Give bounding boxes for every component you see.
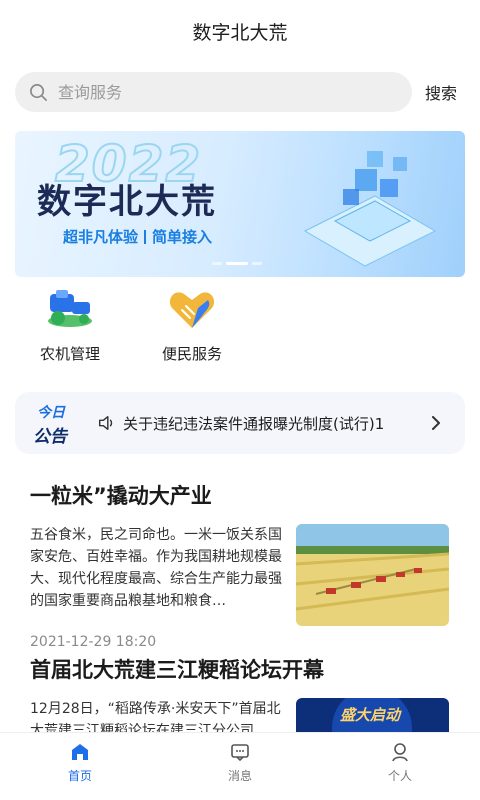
article-title[interactable]: 一粒米”撬动大产业 <box>30 480 450 510</box>
chevron-right-icon[interactable] <box>429 416 443 430</box>
article-card[interactable]: 一粒米”撬动大产业 五谷食米，民之司命也。一米一饭关系国家安危、百姓幸福。作为我… <box>30 480 450 650</box>
tab-label: 消息 <box>227 769 252 783</box>
tab-label: 个人 <box>387 769 412 783</box>
pager-dot-active <box>226 262 248 265</box>
handshake-heart-icon <box>164 285 220 333</box>
pager-dot <box>212 262 222 265</box>
search-icon <box>30 83 47 101</box>
promo-banner[interactable]: 2022 数字北大荒 超非凡体验 简单接入 <box>15 131 465 277</box>
tab-messages[interactable]: 消息 <box>160 733 320 800</box>
notice-badge-top: 今日 <box>37 405 65 421</box>
page-title: 数字北大荒 <box>192 21 288 44</box>
shortcut-label: 农机管理 <box>39 345 100 363</box>
article-date: 2021-12-29 18:20 <box>30 634 157 650</box>
article-title[interactable]: 首届北大荒建三江粳稻论坛开幕 <box>30 654 450 684</box>
banner-tagline: 超非凡体验 简单接入 <box>63 226 212 247</box>
notice-badge-bottom: 公告 <box>33 427 67 447</box>
home-icon <box>72 744 88 760</box>
banner-pager <box>212 262 262 265</box>
notice-text[interactable]: 关于违纪违法案件通报曝光制度(试行)1 <box>123 413 413 434</box>
banner-tagline-right: 简单接入 <box>152 228 213 246</box>
article-summary: 五谷食米，民之司命也。一米一饭关系国家安危、百姓幸福。作为我国耕地规模最大、现代… <box>30 527 282 609</box>
bottom-tab-bar: 首页 消息 个人 <box>0 732 480 800</box>
tractor-icon <box>42 285 98 333</box>
digital-cubes-illustration <box>303 151 437 267</box>
banner-tagline-left: 超非凡体验 <box>63 228 139 246</box>
daily-notice-bar[interactable]: 今日 公告 关于违纪违法案件通报曝光制度(试行)1 <box>15 392 465 454</box>
search-button[interactable]: 搜索 <box>425 80 457 104</box>
article-thumbnail-rice-harvest[interactable] <box>296 524 449 626</box>
speaker-icon <box>98 415 113 431</box>
search-input[interactable] <box>58 82 378 102</box>
search-box[interactable] <box>15 72 412 112</box>
notice-badge: 今日 公告 <box>15 392 87 454</box>
shortcut-label: 便民服务 <box>161 345 222 363</box>
pager-dot <box>252 262 262 265</box>
message-icon <box>231 744 249 762</box>
tab-home[interactable]: 首页 <box>0 733 160 800</box>
tab-profile[interactable]: 个人 <box>320 733 480 800</box>
service-shortcuts: 农机管理 便民服务 <box>30 285 232 364</box>
tab-label: 首页 <box>67 769 92 783</box>
app-header: 数字北大荒 <box>0 0 480 62</box>
thumbnail-caption: 盛大启动 <box>340 706 401 724</box>
banner-title: 数字北大荒 <box>37 182 217 222</box>
shortcut-public-service[interactable]: 便民服务 <box>152 285 232 364</box>
search-row: 搜索 <box>15 72 465 112</box>
person-icon <box>392 743 408 762</box>
shortcut-farm-machinery[interactable]: 农机管理 <box>30 285 110 364</box>
